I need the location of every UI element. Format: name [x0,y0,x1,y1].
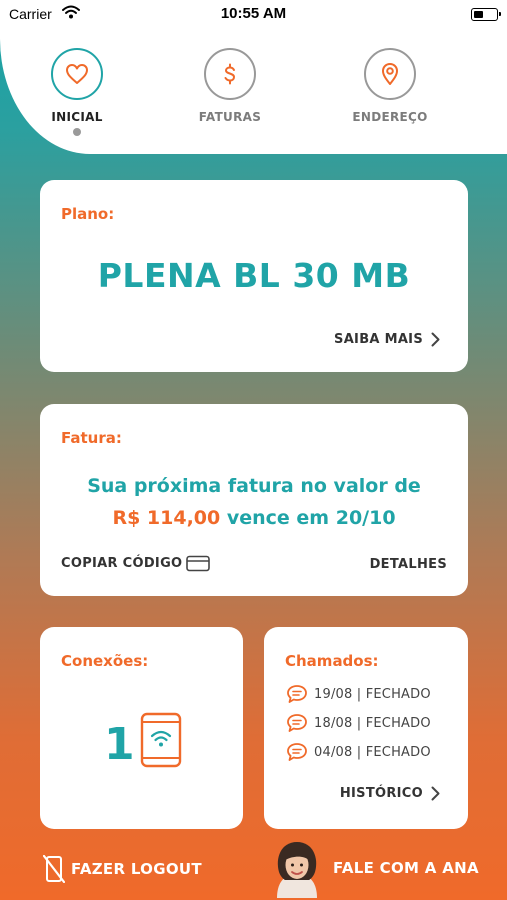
invoice-summary: Sua próxima fatura no valor de R$ 114,00… [40,470,468,534]
invoice-card-title: Fatura: [61,429,122,447]
logout-label: FAZER LOGOUT [71,860,202,878]
contact-ana-button[interactable]: FALE COM A ANA [271,838,479,898]
phone-wifi-icon [140,712,182,768]
ticket-label: 18/08 | FECHADO [314,715,431,731]
contact-ana-label: FALE COM A ANA [333,859,479,877]
tickets-card: Chamados: 19/08 | FECHADO 18/08 | FECHAD… [264,627,468,829]
connections-card: Conexões: 1 [40,627,243,829]
detalhes-label: DETALHES [369,557,447,572]
copy-code-button[interactable]: COPIAR CÓDIGO [61,555,211,572]
chevron-right-icon [431,786,440,801]
historico-link[interactable]: HISTÓRICO [340,786,440,801]
logout-button[interactable]: FAZER LOGOUT [43,855,202,883]
status-bar: Carrier 10:55 AM [0,0,507,30]
card-icon [186,555,211,572]
tab-inicial[interactable]: INICIAL [17,48,137,136]
plan-name: PLENA BL 30 MB [97,256,411,295]
ticket-label: 04/08 | FECHADO [314,744,431,760]
chevron-right-icon [431,332,440,347]
battery-level [473,10,483,18]
invoice-line1: Sua próxima fatura no valor de [87,475,421,497]
connections-count: 1 [104,719,135,770]
clock: 10:55 AM [220,5,287,22]
chat-bubble-icon [287,685,307,703]
tab-inicial-label: INICIAL [51,110,103,124]
saiba-mais-link[interactable]: SAIBA MAIS [334,332,440,347]
ticket-label: 19/08 | FECHADO [314,686,431,702]
heart-icon [51,48,103,100]
tab-endereco-label: ENDEREÇO [352,110,428,124]
invoice-card: Fatura: Sua próxima fatura no valor de R… [40,404,468,596]
detalhes-link[interactable]: DETALHES [370,557,447,572]
phone-off-icon [43,855,65,883]
ticket-item[interactable]: 19/08 | FECHADO [286,684,431,704]
tickets-card-title: Chamados: [285,652,379,670]
battery-icon [471,8,501,21]
ticket-item[interactable]: 04/08 | FECHADO [286,742,431,762]
chat-bubble-icon [287,714,307,732]
copy-code-label: COPIAR CÓDIGO [61,556,183,571]
historico-label: HISTÓRICO [339,786,423,801]
invoice-amount: R$ 114,00 [112,507,221,529]
tab-faturas-label: FATURAS [198,110,262,124]
tab-faturas[interactable]: FATURAS [170,48,290,124]
plan-card-title: Plano: [61,205,115,223]
ticket-item[interactable]: 18/08 | FECHADO [286,713,431,733]
chat-bubble-icon [287,743,307,761]
invoice-due: vence em 20/10 [226,507,396,529]
plan-card: Plano: PLENA BL 30 MB SAIBA MAIS [40,180,468,372]
saiba-mais-label: SAIBA MAIS [334,332,423,347]
invoice-line2: R$ 114,00 vence em 20/10 [40,502,468,534]
active-indicator [73,128,81,136]
ana-avatar [277,842,317,898]
dollar-icon [204,48,256,100]
tab-endereco[interactable]: ENDEREÇO [330,48,450,124]
location-pin-icon [364,48,416,100]
connections-card-title: Conexões: [61,652,149,670]
